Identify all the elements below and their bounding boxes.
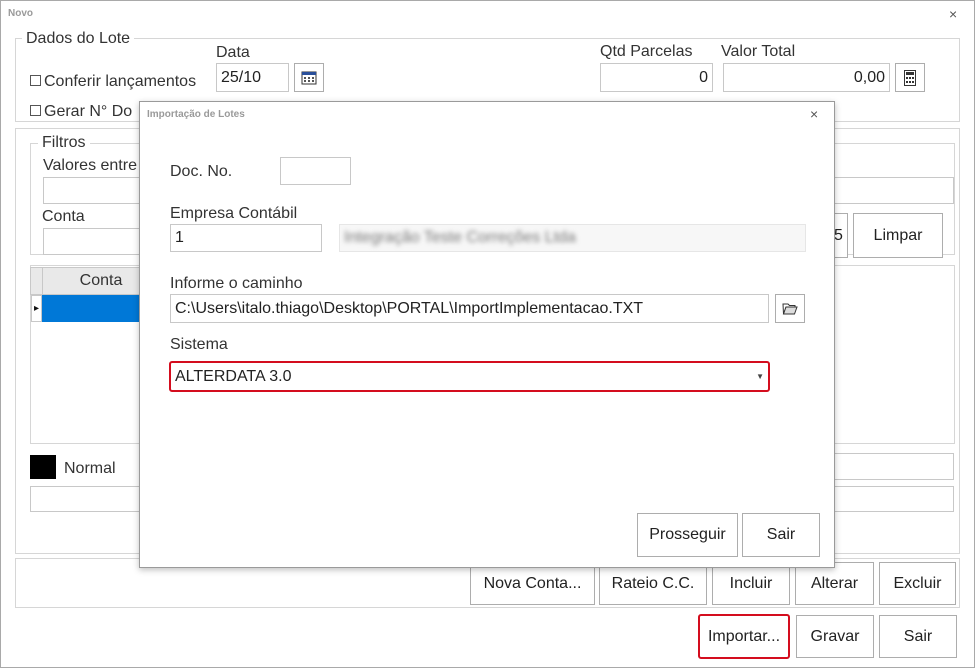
window-title: Novo: [8, 8, 33, 19]
excluir-button[interactable]: Excluir: [879, 562, 956, 605]
caminho-label: Informe o caminho: [170, 275, 303, 292]
browse-button[interactable]: [775, 294, 805, 323]
valores-ate-field[interactable]: [834, 177, 954, 204]
empresa-code-field[interactable]: 1: [170, 224, 322, 252]
empresa-contabil-label: Empresa Contábil: [170, 205, 298, 222]
sair-dialog-button[interactable]: Sair: [742, 513, 820, 557]
conferir-checkbox[interactable]: Conferir lançamentos: [30, 73, 196, 91]
limpar-button[interactable]: Limpar: [853, 213, 943, 258]
valores-entre-label: Valores entre: [43, 157, 137, 174]
qtd-parcelas-label: Qtd Parcelas: [600, 43, 693, 60]
normal-legend-label: Normal: [64, 460, 116, 477]
window-close-icon[interactable]: ×: [949, 6, 957, 22]
calendar-icon: [301, 71, 317, 85]
historico-field-left[interactable]: [30, 486, 140, 512]
incluir-button[interactable]: Incluir: [712, 562, 790, 605]
sistema-select[interactable]: ALTERDATA 3.0 ▼: [169, 361, 770, 392]
data-label: Data: [216, 44, 250, 61]
caminho-field[interactable]: C:\Users\italo.thiago\Desktop\PORTAL\Imp…: [170, 294, 769, 323]
calculator-icon: [904, 69, 916, 86]
filtros-label: Filtros: [38, 134, 90, 152]
sair-main-button[interactable]: Sair: [879, 615, 957, 658]
empresa-name-field[interactable]: Integração Teste Correções Ltda: [339, 224, 806, 252]
historico-field-right[interactable]: [834, 486, 954, 512]
valor-total-field[interactable]: 0,00: [723, 63, 890, 92]
dropdown-arrow-icon: ▼: [756, 372, 764, 381]
qtd-parcelas-field[interactable]: 0: [600, 63, 713, 92]
legend-field-1: [834, 453, 954, 480]
gravar-button[interactable]: Gravar: [796, 615, 874, 658]
calendar-button[interactable]: [294, 63, 324, 92]
calculator-button[interactable]: [895, 63, 925, 92]
sistema-label: Sistema: [170, 336, 228, 353]
checkbox-icon: [30, 75, 41, 87]
prosseguir-button[interactable]: Prosseguir: [637, 513, 738, 557]
gerar-checkbox[interactable]: Gerar N° Do: [30, 103, 132, 121]
importacao-dialog: [139, 101, 835, 568]
row-marker-icon: ▸: [31, 295, 42, 322]
importar-button[interactable]: Importar...: [698, 614, 790, 659]
conta-field[interactable]: [43, 228, 140, 255]
rateio-button[interactable]: Rateio C.C.: [599, 562, 707, 605]
conta-label: Conta: [42, 208, 85, 225]
partial-button[interactable]: 5: [834, 213, 848, 258]
empresa-name-text: Integração Teste Correções Ltda: [344, 229, 576, 246]
folder-open-icon: [782, 303, 798, 315]
doc-no-field[interactable]: [280, 157, 351, 185]
normal-color-swatch: [30, 455, 56, 479]
gerar-label: Gerar N° Do: [44, 103, 133, 120]
doc-no-label: Doc. No.: [170, 163, 233, 180]
checkbox-icon: [30, 105, 41, 117]
dialog-title: Importação de Lotes: [147, 109, 245, 120]
nova-conta-button[interactable]: Nova Conta...: [470, 562, 595, 605]
sistema-value: ALTERDATA 3.0: [175, 367, 292, 385]
valores-de-field[interactable]: [43, 177, 140, 204]
data-field[interactable]: 25/10: [216, 63, 289, 92]
selected-row[interactable]: [42, 295, 142, 322]
conferir-label: Conferir lançamentos: [44, 73, 197, 90]
dialog-close-icon[interactable]: ×: [810, 106, 818, 122]
grid-corner: [30, 267, 42, 295]
dados-lote-label: Dados do Lote: [22, 30, 135, 48]
valor-total-label: Valor Total: [721, 43, 796, 60]
alterar-button[interactable]: Alterar: [795, 562, 874, 605]
